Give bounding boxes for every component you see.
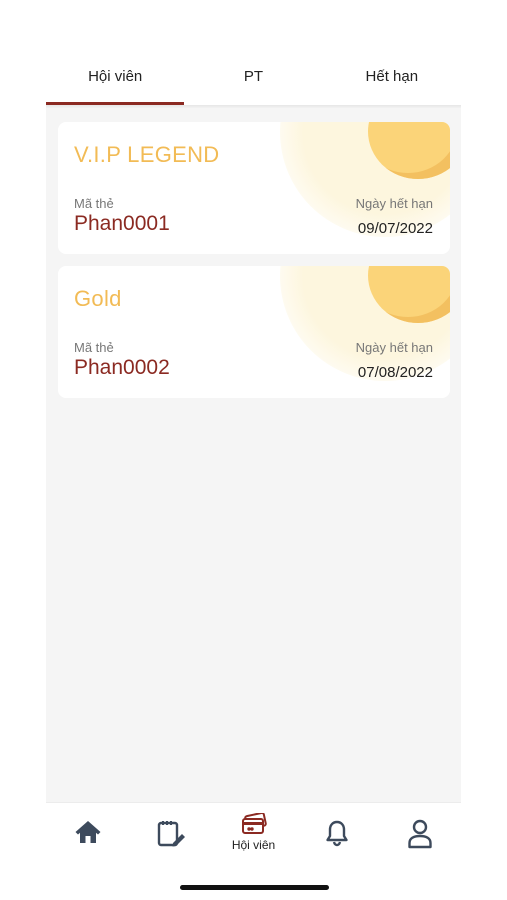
card-expiry-label: Ngày hết hạn (355, 340, 433, 355)
card-tier-title: Gold (74, 286, 122, 311)
membership-list: V.I.P LEGEND Mã thẻ Phan0001 Ngày hết hạ… (46, 108, 461, 802)
card-expiry-date: 07/08/2022 (357, 364, 433, 381)
membership-card-icon (241, 813, 267, 834)
card-expiry-label: Ngày hết hạn (355, 196, 433, 211)
tab-bar: Hội viên PT Hết hạn (46, 58, 461, 105)
tab-expired[interactable]: Hết hạn (323, 58, 461, 105)
bell-icon (325, 820, 348, 847)
tab-pt[interactable]: PT (184, 58, 322, 105)
card-code: Phan0001 (74, 212, 170, 235)
nav-notes[interactable] (129, 803, 212, 862)
home-indicator[interactable] (180, 885, 329, 890)
screen: Hội viên PT Hết hạn V.I.P LEGEND Mã thẻ … (0, 0, 507, 900)
membership-card[interactable]: Gold Mã thẻ Phan0002 Ngày hết hạn 07/08/… (58, 266, 450, 398)
card-code: Phan0002 (74, 356, 170, 379)
card-tier-title: V.I.P LEGEND (74, 142, 220, 167)
tab-members[interactable]: Hội viên (46, 58, 185, 105)
membership-card[interactable]: V.I.P LEGEND Mã thẻ Phan0001 Ngày hết hạ… (58, 122, 450, 254)
card-expiry-date: 09/07/2022 (357, 220, 433, 237)
bottom-navigation: Hội viên (46, 802, 461, 862)
nav-profile[interactable] (378, 803, 461, 862)
nav-members-label: Hội viên (231, 838, 276, 852)
card-code-label: Mã thẻ (74, 340, 114, 355)
nav-members[interactable]: Hội viên (212, 803, 295, 862)
nav-home[interactable] (46, 803, 129, 862)
card-code-label: Mã thẻ (74, 196, 114, 211)
nav-notifications[interactable] (295, 803, 378, 862)
user-icon (407, 819, 432, 849)
notebook-edit-icon (157, 821, 185, 847)
home-icon (75, 821, 100, 843)
